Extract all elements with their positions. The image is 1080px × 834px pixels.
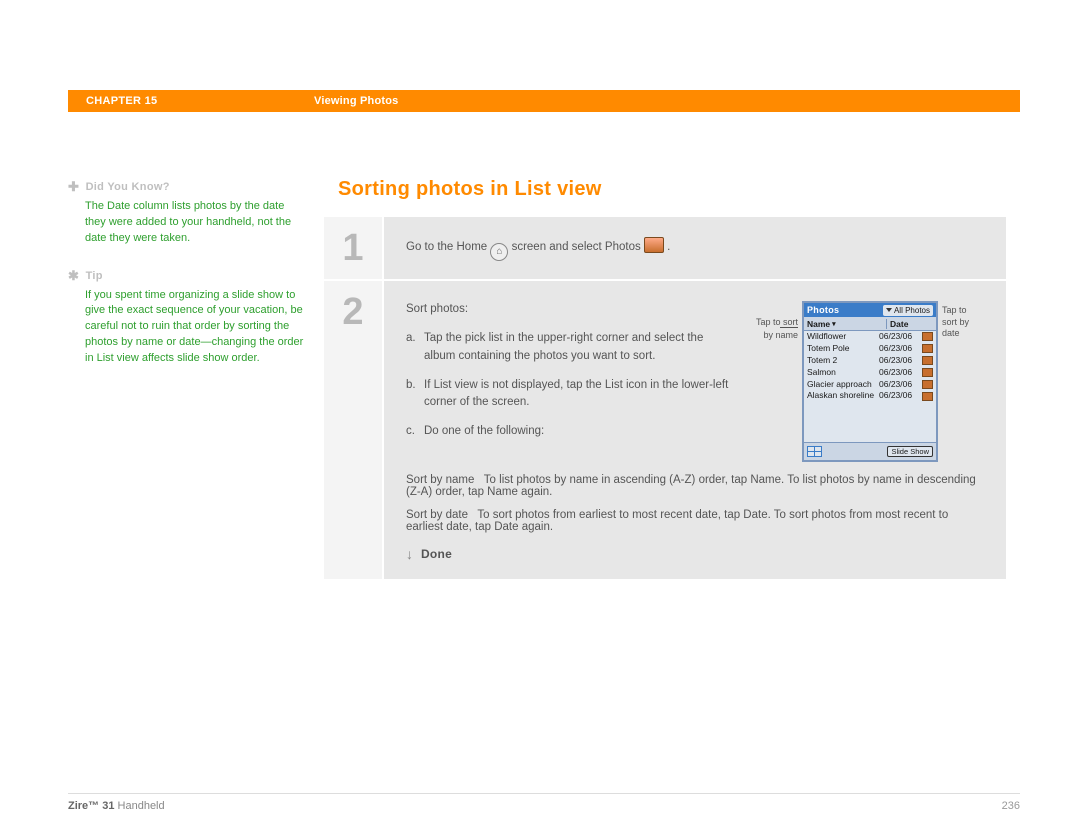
column-header-date[interactable]: Date: [886, 319, 936, 329]
step1-end: .: [667, 241, 670, 253]
step2-intro: Sort photos:: [406, 301, 732, 318]
down-arrow-icon: ↓: [406, 546, 413, 562]
step-1-content: Go to the Home ⌂ screen and select Photo…: [384, 217, 1006, 281]
list-item[interactable]: Glacier approach06/23/06: [804, 379, 936, 391]
chapter-label: CHAPTER 15: [86, 95, 314, 107]
thumb-icon: [922, 380, 933, 389]
step-number-2: 2: [324, 281, 382, 343]
callout-right-l2: sort by: [942, 317, 969, 327]
section-label: Viewing Photos: [314, 95, 399, 107]
product-name: Zire™ 31 Handheld: [68, 800, 165, 812]
plus-icon: ✚: [68, 178, 79, 197]
done-indicator: ↓ Done: [406, 545, 984, 561]
sort-by-date-label: Sort by date: [406, 509, 468, 521]
thumb-icon: [922, 356, 933, 365]
list-item[interactable]: Alaskan shoreline06/23/06: [804, 390, 936, 402]
steps-box: 1 2 Go to the Home ⌂ screen and select P…: [324, 217, 1006, 579]
done-label: Done: [421, 547, 452, 561]
step2-a-label: a.: [406, 330, 424, 365]
list-item[interactable]: Salmon06/23/06: [804, 367, 936, 379]
step1-mid: screen and select Photos: [512, 241, 644, 253]
thumb-icon: [922, 392, 933, 401]
callout-right-l1: Tap to: [942, 305, 967, 315]
page-footer: Zire™ 31 Handheld 236: [68, 793, 1020, 812]
sort-by-name-text: To list photos by name in ascending (A-Z…: [406, 474, 976, 498]
page-title: Sorting photos in List view: [338, 178, 1020, 201]
album-picklist[interactable]: All Photos: [883, 305, 933, 316]
did-you-know-title: Did You Know?: [86, 181, 170, 193]
thumb-icon: [922, 368, 933, 377]
home-icon: ⌂: [490, 243, 508, 261]
device-screen: Photos All Photos: [802, 301, 938, 462]
tip-body: If you spent time organizing a slide sho…: [85, 288, 304, 368]
column-header-name[interactable]: Name ▾: [804, 319, 886, 329]
step2-c-text: Do one of the following:: [424, 423, 732, 440]
asterisk-icon: ✱: [68, 267, 79, 286]
thumb-icon: [922, 332, 933, 341]
chevron-down-icon: [886, 308, 892, 312]
photo-list: Wildflower06/23/06 Totem Pole06/23/06 To…: [804, 331, 936, 402]
screen-titlebar: Photos All Photos: [804, 303, 936, 317]
callout-left-l2: by name: [763, 330, 798, 340]
step2-b-text: If List view is not displayed, tap the L…: [424, 377, 732, 412]
thumb-icon: [922, 344, 933, 353]
step2-c-label: c.: [406, 423, 424, 440]
screen-app-title: Photos: [807, 305, 839, 315]
header-bar: CHAPTER 15 Viewing Photos: [68, 90, 1020, 112]
step2-a-text: Tap the pick list in the upper-right cor…: [424, 330, 732, 365]
step-2-content: Sort photos: a. Tap the pick list in the…: [384, 281, 1006, 579]
photos-app-icon: [644, 237, 664, 253]
step2-b-label: b.: [406, 377, 424, 412]
callout-right-l3: date: [942, 328, 960, 338]
sidebar: ✚ Did You Know? The Date column lists ph…: [68, 178, 324, 579]
step-number-1: 1: [324, 217, 382, 281]
tip-callout: ✱ Tip If you spent time organizing a sli…: [68, 267, 304, 368]
list-item[interactable]: Wildflower06/23/06: [804, 331, 936, 343]
step1-pre: Go to the Home: [406, 241, 490, 253]
tip-title: Tip: [86, 270, 103, 282]
sort-arrow-icon: ▾: [832, 320, 836, 328]
callout-left-l1: Tap to sort: [756, 317, 798, 327]
list-item[interactable]: Totem 206/23/06: [804, 355, 936, 367]
slide-show-button[interactable]: Slide Show: [887, 446, 933, 457]
list-view-icon[interactable]: [807, 446, 822, 457]
device-preview: Tap to sort by name Photos: [750, 301, 984, 462]
did-you-know-body: The Date column lists photos by the date…: [85, 199, 304, 247]
did-you-know-callout: ✚ Did You Know? The Date column lists ph…: [68, 178, 304, 247]
sort-by-name-label: Sort by name: [406, 474, 474, 486]
list-item[interactable]: Totem Pole06/23/06: [804, 343, 936, 355]
page-number: 236: [1002, 800, 1020, 812]
sort-by-date-text: To sort photos from earliest to most rec…: [406, 509, 948, 533]
album-picklist-label: All Photos: [894, 306, 930, 315]
